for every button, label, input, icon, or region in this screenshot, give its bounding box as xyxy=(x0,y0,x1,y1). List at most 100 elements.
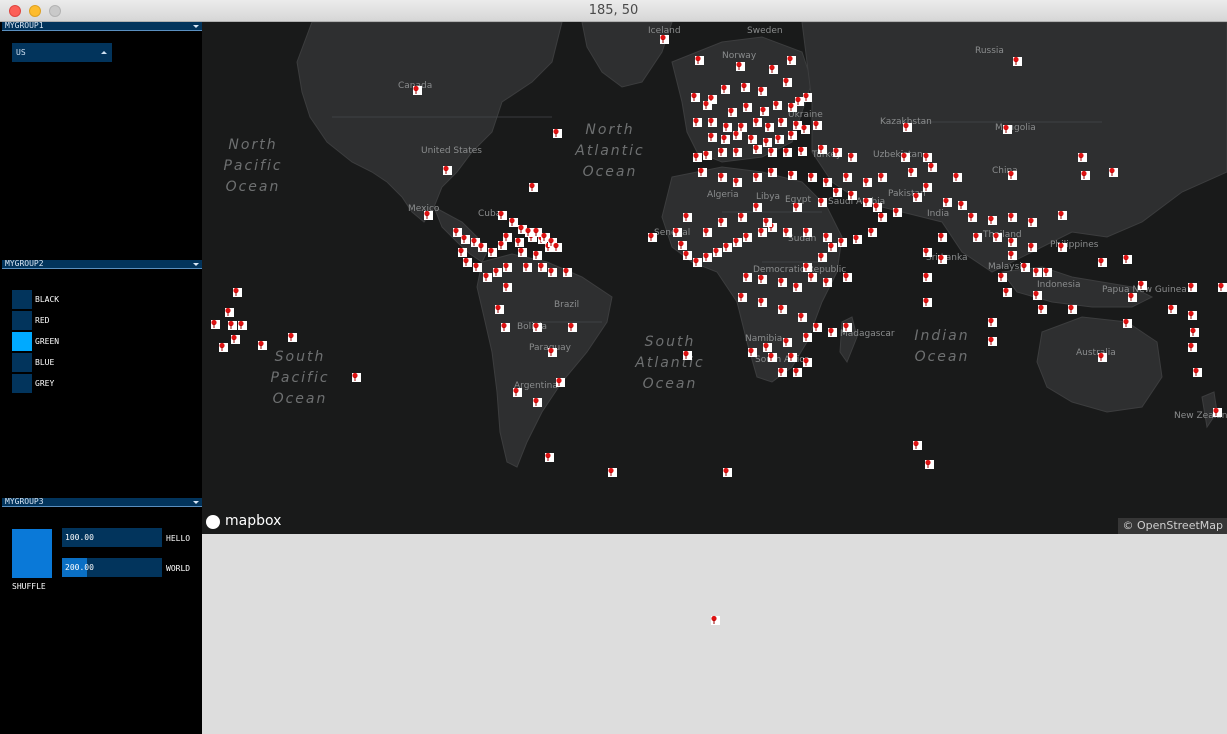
map-pin-icon[interactable] xyxy=(1127,292,1137,302)
map-pin-icon[interactable] xyxy=(732,177,742,187)
map-pin-icon[interactable] xyxy=(787,170,797,180)
map-pin-icon[interactable] xyxy=(707,132,717,142)
map-pin-icon[interactable] xyxy=(460,234,470,244)
map-pin-icon[interactable] xyxy=(702,150,712,160)
map-pin-icon[interactable] xyxy=(842,172,852,182)
map-pin-icon[interactable] xyxy=(552,242,562,252)
map-pin-icon[interactable] xyxy=(802,357,812,367)
map-pin-icon[interactable] xyxy=(677,240,687,250)
map-pin-icon[interactable] xyxy=(847,190,857,200)
map-pin-icon[interactable] xyxy=(1189,327,1199,337)
radio-toggle[interactable] xyxy=(12,374,32,393)
map-pin-icon[interactable] xyxy=(822,277,832,287)
map-pin-icon[interactable] xyxy=(512,387,522,397)
map-pin-icon[interactable] xyxy=(423,210,433,220)
map-pin-icon[interactable] xyxy=(692,257,702,267)
map-pin-icon[interactable] xyxy=(922,297,932,307)
map-pin-icon[interactable] xyxy=(647,232,657,242)
map-pin-icon[interactable] xyxy=(1057,242,1067,252)
map-pin-icon[interactable] xyxy=(1020,262,1030,272)
map-pin-icon[interactable] xyxy=(777,304,787,314)
map-pin-icon[interactable] xyxy=(768,64,778,74)
map-pin-icon[interactable] xyxy=(792,282,802,292)
map-pin-icon[interactable] xyxy=(1212,407,1222,417)
map-pin-icon[interactable] xyxy=(727,107,737,117)
group3-header[interactable]: MYGROUP3 xyxy=(2,498,202,507)
map-pin-icon[interactable] xyxy=(287,332,297,342)
map-pin-icon[interactable] xyxy=(777,277,787,287)
map-pin-icon[interactable] xyxy=(767,352,777,362)
map-pin-icon[interactable] xyxy=(817,197,827,207)
map-pin-icon[interactable] xyxy=(957,200,967,210)
map-pin-icon[interactable] xyxy=(1027,217,1037,227)
map-pin-icon[interactable] xyxy=(555,377,565,387)
map-pin-icon[interactable] xyxy=(351,372,361,382)
map-pin-icon[interactable] xyxy=(1122,318,1132,328)
map-pin-icon[interactable] xyxy=(532,250,542,260)
map-pin-icon[interactable] xyxy=(1002,287,1012,297)
map-pin-icon[interactable] xyxy=(732,237,742,247)
map-pin-icon[interactable] xyxy=(682,212,692,222)
map-pin-icon[interactable] xyxy=(692,117,702,127)
map-pin-icon[interactable] xyxy=(1192,367,1202,377)
map-pin-icon[interactable] xyxy=(762,137,772,147)
map-pin-icon[interactable] xyxy=(802,332,812,342)
map-pin-icon[interactable] xyxy=(747,347,757,357)
map-pin-icon[interactable] xyxy=(774,134,784,144)
world-map[interactable]: North Pacific Ocean South Pacific Ocean … xyxy=(202,22,1227,534)
map-pin-icon[interactable] xyxy=(532,397,542,407)
map-pin-icon[interactable] xyxy=(702,100,712,110)
map-pin-icon[interactable] xyxy=(492,267,502,277)
world-slider[interactable]: 200.00 xyxy=(62,558,162,577)
map-pin-icon[interactable] xyxy=(257,340,267,350)
map-pin-icon[interactable] xyxy=(937,254,947,264)
radio-toggle[interactable] xyxy=(12,311,32,330)
map-pin-icon[interactable] xyxy=(218,342,228,352)
map-pin-icon[interactable] xyxy=(907,167,917,177)
map-pin-icon[interactable] xyxy=(517,247,527,257)
map-pin-icon[interactable] xyxy=(817,252,827,262)
map-pin-icon[interactable] xyxy=(827,242,837,252)
map-pin-icon[interactable] xyxy=(472,262,482,272)
map-pin-icon[interactable] xyxy=(967,212,977,222)
map-pin-icon[interactable] xyxy=(1012,56,1022,66)
map-pin-icon[interactable] xyxy=(787,130,797,140)
map-pin-icon[interactable] xyxy=(782,77,792,87)
map-pin-icon[interactable] xyxy=(987,336,997,346)
map-pin-icon[interactable] xyxy=(797,312,807,322)
map-pin-icon[interactable] xyxy=(1187,282,1197,292)
attribution-link[interactable]: © OpenStreetMap xyxy=(1118,518,1227,534)
map-pin-icon[interactable] xyxy=(757,274,767,284)
map-pin-icon[interactable] xyxy=(717,172,727,182)
map-pin-icon[interactable] xyxy=(1122,254,1132,264)
map-pin-icon[interactable] xyxy=(442,165,452,175)
radio-toggle[interactable] xyxy=(12,332,32,351)
map-pin-icon[interactable] xyxy=(1007,170,1017,180)
map-pin-icon[interactable] xyxy=(1027,242,1037,252)
map-pin-icon[interactable] xyxy=(992,232,1002,242)
map-pin-icon[interactable] xyxy=(952,172,962,182)
map-pin-icon[interactable] xyxy=(224,307,234,317)
map-pin-icon[interactable] xyxy=(792,367,802,377)
map-pin-icon[interactable] xyxy=(902,122,912,132)
map-pin-icon[interactable] xyxy=(1032,290,1042,300)
map-pin-icon[interactable] xyxy=(514,237,524,247)
map-pin-icon[interactable] xyxy=(752,144,762,154)
radio-toggle[interactable] xyxy=(12,353,32,372)
map-pin-icon[interactable] xyxy=(782,147,792,157)
map-pin-icon[interactable] xyxy=(720,134,730,144)
map-pin-icon[interactable] xyxy=(672,227,682,237)
map-pin-icon[interactable] xyxy=(702,227,712,237)
map-pin-icon[interactable] xyxy=(802,227,812,237)
map-pin-icon[interactable] xyxy=(210,319,220,329)
map-pin-icon[interactable] xyxy=(837,237,847,247)
country-dropdown[interactable]: US xyxy=(12,43,112,62)
map-pin-icon[interactable] xyxy=(740,82,750,92)
map-pin-icon[interactable] xyxy=(230,334,240,344)
map-pin-icon[interactable] xyxy=(832,187,842,197)
map-pin-icon[interactable] xyxy=(567,322,577,332)
map-pin-icon[interactable] xyxy=(862,197,872,207)
map-pin-icon[interactable] xyxy=(762,342,772,352)
map-pin-icon[interactable] xyxy=(737,212,747,222)
map-pin-icon[interactable] xyxy=(742,232,752,242)
